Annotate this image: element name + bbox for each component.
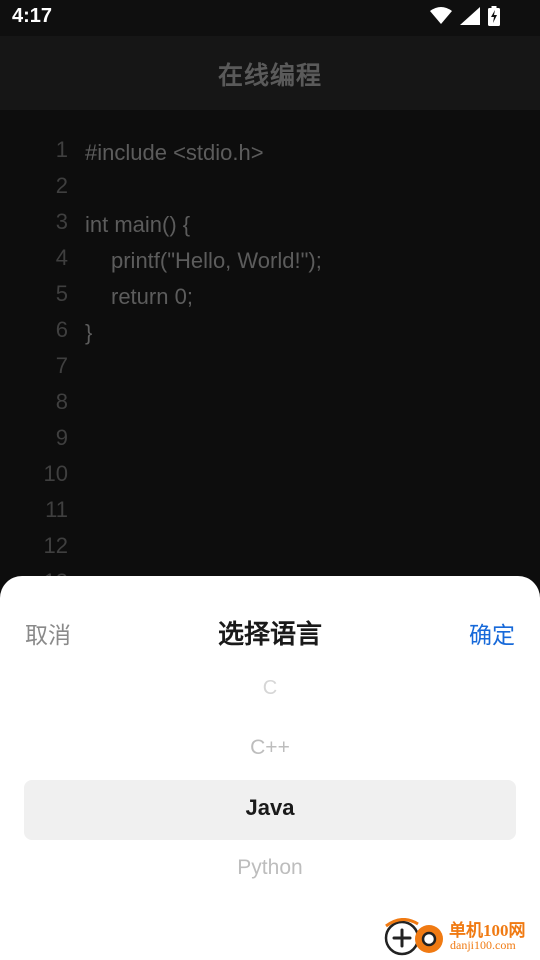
- status-icons: [430, 6, 500, 30]
- page-title: 在线编程: [217, 61, 322, 90]
- line-number: 1: [55, 137, 68, 162]
- app-bar: 在线编程: [0, 36, 540, 110]
- language-wheel-picker[interactable]: C C++ Java Python: [0, 658, 540, 898]
- watermark-domain: danji100.com: [450, 938, 516, 952]
- line-number: 11: [45, 497, 68, 522]
- code-line[interactable]: printf("Hello, World!");: [85, 243, 322, 279]
- watermark-logo: 单机100网 danji100.com: [384, 916, 534, 956]
- language-picker-sheet: 取消 选择语言 确定 C C++ Java Python 单机100网 danj…: [0, 576, 540, 960]
- line-number: 2: [55, 173, 68, 198]
- confirm-button[interactable]: 确定: [469, 616, 515, 650]
- code-line[interactable]: int main() {: [85, 207, 322, 243]
- line-number: 8: [55, 389, 68, 414]
- line-number: 7: [55, 353, 68, 378]
- battery-charging-icon: [488, 6, 500, 30]
- line-number: 6: [55, 317, 68, 342]
- line-number: 5: [55, 281, 68, 306]
- status-time: 4:17: [12, 5, 53, 27]
- language-option-c[interactable]: C: [0, 658, 540, 718]
- line-number: 3: [55, 209, 68, 234]
- language-option-cpp[interactable]: C++: [0, 718, 540, 778]
- line-number: 4: [55, 245, 68, 270]
- line-number: 12: [43, 533, 68, 558]
- line-number-gutter: 1 2 3 4 5 6 7 8 9 10 11 12 13: [0, 132, 70, 600]
- language-option-python[interactable]: Python: [0, 838, 540, 898]
- code-line[interactable]: return 0;: [85, 279, 322, 315]
- status-bar: 4:17: [0, 0, 540, 36]
- language-option-java[interactable]: Java: [0, 778, 540, 838]
- code-line[interactable]: }: [85, 315, 322, 351]
- code-line[interactable]: #include <stdio.h>: [85, 135, 322, 171]
- code-line[interactable]: [85, 171, 322, 207]
- line-number: 10: [43, 461, 68, 486]
- line-number: 9: [55, 425, 68, 450]
- code-content[interactable]: #include <stdio.h> int main() { printf("…: [85, 135, 322, 351]
- wifi-icon: [430, 7, 452, 29]
- signal-icon: [460, 7, 480, 29]
- sheet-title: 选择语言: [217, 620, 322, 650]
